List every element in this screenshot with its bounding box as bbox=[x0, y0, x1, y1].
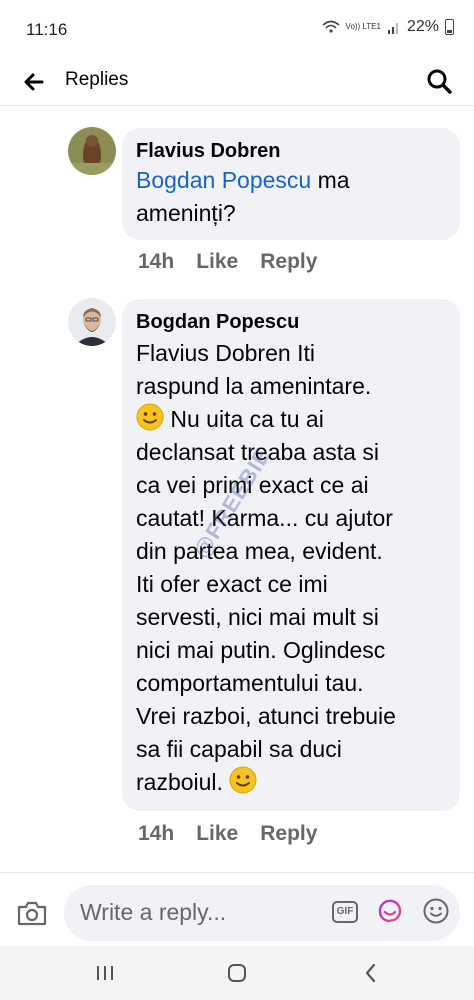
comment-text-line: raspund la amenintare. bbox=[136, 373, 372, 399]
app-header: Replies bbox=[0, 58, 474, 106]
avatar[interactable] bbox=[68, 298, 116, 346]
search-icon[interactable] bbox=[424, 66, 456, 98]
wifi-icon bbox=[322, 20, 340, 33]
like-button[interactable]: Like bbox=[196, 822, 238, 846]
mention-link[interactable]: Bogdan Popescu bbox=[136, 167, 311, 193]
reply-button[interactable]: Reply bbox=[260, 250, 317, 274]
reply-composer: Write a reply... GIF bbox=[0, 872, 474, 946]
comment-actions: 14h Like Reply bbox=[138, 250, 317, 274]
comment-text-line: ameninți? bbox=[136, 200, 236, 226]
comment-text-line: Vrei razboi, atunci trebuie bbox=[136, 703, 396, 729]
camera-icon[interactable] bbox=[16, 899, 48, 927]
comment-text-line: comportamentului tau. bbox=[136, 670, 364, 696]
comment-bubble[interactable]: Flavius Dobren Bogdan Popescu ma ameninț… bbox=[122, 128, 460, 240]
comment-text-line: Nu uita ca tu ai bbox=[136, 403, 446, 436]
like-button[interactable]: Like bbox=[196, 250, 238, 274]
comment-text-line: cautat! Karma... cu ajutor bbox=[136, 505, 393, 531]
emoji-icon[interactable] bbox=[422, 897, 450, 925]
comment-text-line: servesti, nici mai mult si bbox=[136, 604, 379, 630]
reply-button[interactable]: Reply bbox=[260, 822, 317, 846]
comment-text-line: razboiul. bbox=[136, 766, 446, 799]
comment-time: 14h bbox=[138, 822, 175, 845]
home-icon[interactable] bbox=[226, 962, 248, 984]
comment-author[interactable]: Bogdan Popescu bbox=[136, 309, 446, 335]
comment-text-line: nici mai putin. Oglindesc bbox=[136, 637, 386, 663]
back-icon[interactable] bbox=[360, 962, 382, 984]
page-title: Replies bbox=[65, 69, 129, 90]
comment-time: 14h bbox=[138, 250, 175, 273]
comment-text-line: Iti ofer exact ce imi bbox=[136, 571, 328, 597]
status-bar: 11:16 Vo)) LTE1 22% bbox=[0, 0, 474, 58]
comment-text-line: ma bbox=[311, 167, 350, 193]
reply-input[interactable]: Write a reply... GIF bbox=[64, 885, 460, 941]
system-nav-bar bbox=[0, 946, 474, 1000]
comment-text-line: ca vei primi exact ce ai bbox=[136, 472, 369, 498]
smiling-face-emoji bbox=[229, 766, 257, 794]
reply-placeholder: Write a reply... bbox=[80, 899, 227, 925]
comment-text: Flavius Dobren Iti raspund la amenintare… bbox=[136, 337, 446, 799]
status-icons: Vo)) LTE1 22% bbox=[322, 18, 454, 36]
arrow-left-icon[interactable] bbox=[18, 66, 50, 98]
comment-author[interactable]: Flavius Dobren bbox=[136, 138, 446, 164]
battery-icon bbox=[445, 19, 454, 35]
comment-text-line: din partea mea, evident. bbox=[136, 538, 383, 564]
gif-button[interactable]: GIF bbox=[332, 901, 358, 923]
status-time: 11:16 bbox=[26, 20, 68, 39]
avatar[interactable] bbox=[68, 127, 116, 175]
sticker-icon[interactable] bbox=[376, 897, 404, 925]
network-label: Vo)) LTE1 bbox=[345, 22, 381, 31]
comment-text-line: sa fii capabil sa duci bbox=[136, 736, 342, 762]
battery-percent: 22% bbox=[406, 18, 439, 35]
signal-icon bbox=[387, 23, 398, 34]
smiling-face-emoji bbox=[136, 403, 164, 431]
comment-bubble[interactable]: Bogdan Popescu Flavius Dobren Iti raspun… bbox=[122, 299, 460, 811]
comment-text-line: Flavius Dobren Iti bbox=[136, 340, 315, 366]
comment-actions: 14h Like Reply bbox=[138, 822, 317, 846]
comment-text-line: declansat treaba asta si bbox=[136, 439, 379, 465]
comment-text: Bogdan Popescu ma ameninți? bbox=[136, 164, 446, 230]
recent-apps-icon[interactable] bbox=[94, 962, 116, 984]
